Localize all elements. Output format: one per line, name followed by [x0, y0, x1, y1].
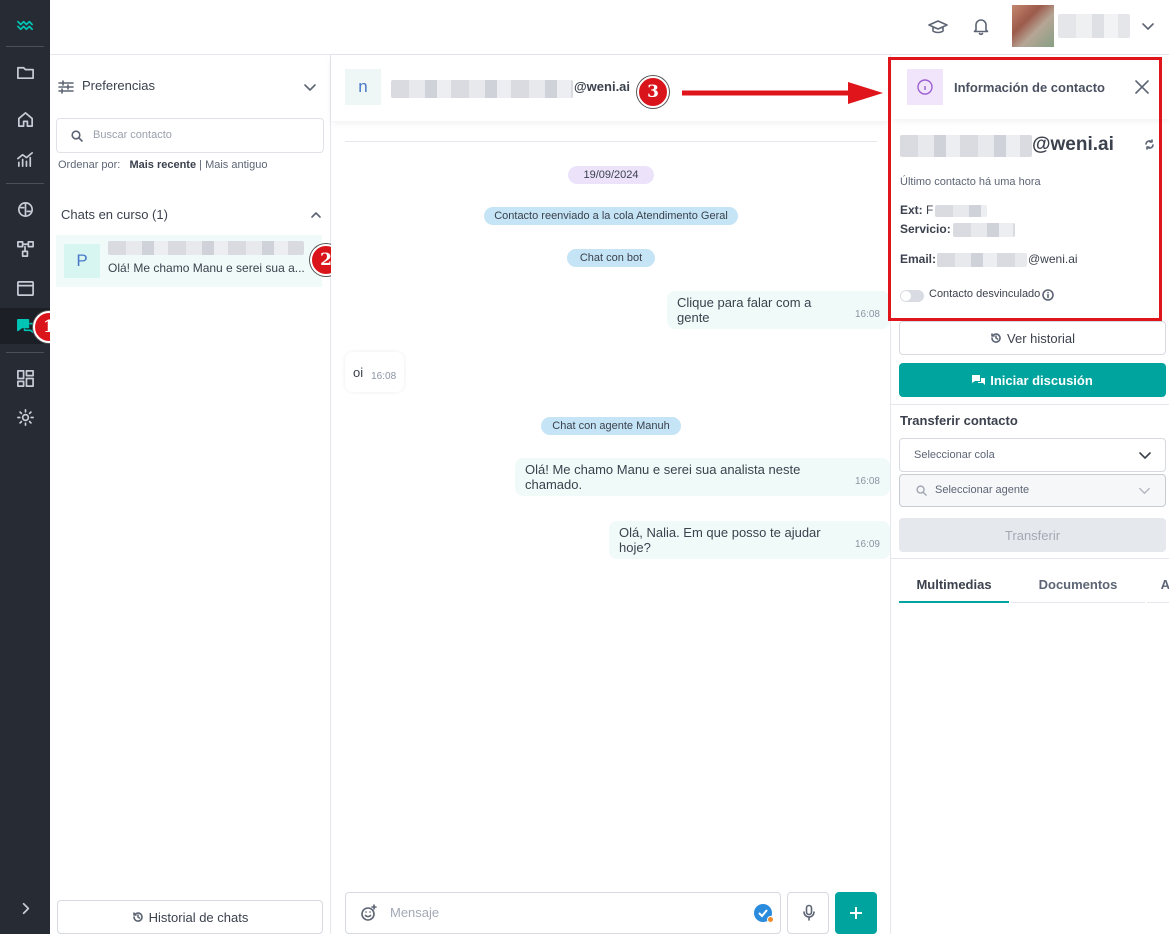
search-icon: [71, 130, 83, 142]
highlight-box: [888, 57, 1162, 321]
conversation-avatar: n: [345, 69, 381, 105]
settings-gear-icon[interactable]: [0, 399, 50, 435]
chat-history-label: Historial de chats: [148, 909, 249, 925]
chevron-down-icon[interactable]: [1138, 16, 1158, 36]
message-text: Olá! Me chamo Manu e serei sua analista …: [525, 462, 801, 492]
sliders-icon: [58, 80, 74, 94]
contact-avatar: P: [64, 244, 100, 278]
tab-documents[interactable]: Documentos: [1011, 567, 1145, 603]
microphone-icon: [803, 904, 815, 921]
message-text: Clique para falar com a gente: [677, 295, 812, 325]
view-history-button[interactable]: Ver historial: [899, 321, 1166, 355]
chevron-up-icon[interactable]: [310, 209, 322, 221]
bell-icon[interactable]: [970, 15, 992, 37]
microphone-button[interactable]: [787, 892, 829, 934]
emoji-icon[interactable]: [360, 904, 378, 922]
contact-email-domain: @weni.ai: [574, 79, 631, 94]
weni-logo-icon[interactable]: [0, 6, 50, 42]
home-icon[interactable]: [0, 101, 50, 137]
expand-chevron-icon[interactable]: [0, 890, 50, 926]
history-icon: [132, 912, 143, 922]
chat-list-item[interactable]: P Olá! Me chamo Manu e serei sua a...: [56, 235, 322, 287]
sort-oldest-option[interactable]: Mais antiguo: [205, 159, 267, 171]
annotation-badge-3: 3: [637, 76, 669, 108]
add-attachment-button[interactable]: [835, 892, 877, 934]
outgoing-message: Clique para falar com a gente 16:08: [667, 291, 890, 329]
sort-label: Ordenar por:: [58, 159, 121, 171]
message-time: 16:09: [854, 538, 880, 550]
message-text: oi: [353, 364, 364, 380]
discussion-icon: [972, 375, 986, 385]
conversation-panel: n @weni.ai 19/09/2024 Contacto reenviado…: [331, 55, 890, 934]
sort-recent-option[interactable]: Mais recente: [129, 159, 196, 171]
sort-row: Ordenar por: Mais recente | Mais antiguo: [58, 159, 267, 171]
message-input[interactable]: Mensaje: [345, 892, 781, 934]
message-placeholder: Mensaje: [390, 905, 440, 920]
event-pill: Contacto reenviado a la cola Atendimento…: [484, 207, 738, 225]
nav-rail: [0, 0, 50, 934]
chevron-down-icon: [1139, 487, 1150, 495]
history-icon: [991, 333, 1001, 343]
queue-placeholder: Seleccionar cola: [914, 449, 995, 461]
start-discussion-label: Iniciar discusión: [990, 372, 1093, 388]
start-discussion-button[interactable]: Iniciar discusión: [899, 363, 1166, 397]
agent-select[interactable]: Seleccionar agente: [899, 474, 1166, 507]
chat-preview-text: Olá! Me chamo Manu e serei sua a...: [108, 261, 305, 275]
brain-icon[interactable]: [0, 191, 50, 227]
view-history-label: Ver historial: [1007, 330, 1075, 346]
incoming-message: oi 16:08: [345, 352, 405, 392]
transfer-title: Transferir contacto: [900, 413, 1018, 428]
analytics-icon[interactable]: [0, 141, 50, 177]
annotation-arrow: [682, 82, 883, 104]
queue-select[interactable]: Seleccionar cola: [899, 438, 1166, 472]
transfer-button[interactable]: Transferir: [899, 518, 1166, 552]
preferences-label[interactable]: Preferencias: [82, 78, 155, 93]
dashboard-icon[interactable]: [0, 360, 50, 396]
divider: [891, 404, 1169, 405]
user-avatar[interactable]: [1012, 5, 1054, 47]
top-bar: [50, 0, 1169, 55]
chats-in-progress-title[interactable]: Chats en curso (1): [61, 207, 168, 222]
sort-separator: |: [199, 159, 203, 171]
flows-icon[interactable]: [0, 230, 50, 266]
search-icon: [916, 485, 927, 496]
chat-history-button[interactable]: Historial de chats: [57, 900, 323, 934]
chevron-down-icon: [1139, 452, 1151, 459]
message-time: 16:08: [854, 308, 880, 320]
event-pill: Chat con agente Manuh: [541, 417, 681, 435]
event-pill: Chat con bot: [567, 249, 655, 267]
tab-audio[interactable]: A: [1147, 567, 1169, 603]
agent-placeholder: Seleccionar agente: [935, 484, 1030, 496]
graduation-cap-icon[interactable]: [927, 16, 949, 38]
plus-icon: [850, 907, 862, 919]
chevron-down-icon[interactable]: [302, 79, 318, 95]
contact-name-redacted: [108, 241, 304, 255]
divider: [891, 558, 1169, 559]
studio-window-icon[interactable]: [0, 270, 50, 306]
tab-multimedia[interactable]: Multimedias: [899, 567, 1009, 603]
message-time: 16:08: [854, 475, 880, 487]
user-name-redacted: [1058, 14, 1130, 38]
divider: [345, 141, 877, 142]
message-time: 16:08: [371, 370, 397, 382]
contact-info-panel: Información de contacto @weni.ai Último …: [888, 55, 1169, 934]
outgoing-message: Olá! Me chamo Manu e serei sua analista …: [515, 458, 890, 496]
message-text: Olá, Nalia. Em que posso te ajudar hoje?: [619, 525, 821, 555]
outgoing-message: Olá, Nalia. Em que posso te ajudar hoje?…: [609, 521, 890, 559]
folder-icon[interactable]: [0, 54, 50, 90]
search-placeholder: Buscar contacto: [93, 129, 172, 141]
date-pill: 19/09/2024: [568, 166, 654, 184]
grammar-check-icon[interactable]: [754, 904, 774, 923]
contact-email-redacted: [391, 80, 573, 98]
chat-list-panel: Preferencias Buscar contacto Ordenar por…: [50, 55, 331, 934]
search-contact-input[interactable]: Buscar contacto: [56, 118, 324, 153]
